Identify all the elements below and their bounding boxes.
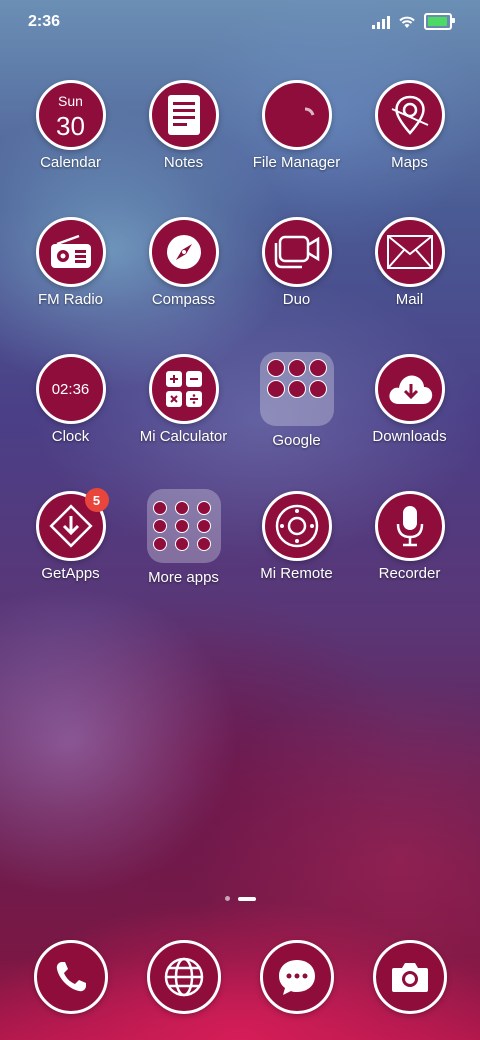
compass-icon (148, 217, 219, 287)
phone-icon (33, 940, 108, 1014)
status-bar: 2:36 (0, 0, 480, 44)
app-getapps[interactable]: 5 GetApps (14, 488, 127, 582)
globe-icon (146, 940, 221, 1014)
camera-icon (372, 940, 447, 1014)
microphone-icon (374, 491, 445, 561)
notification-badge: 5 (84, 488, 109, 512)
app-label: Google (272, 432, 321, 449)
app-file-manager[interactable]: File Manager (240, 80, 353, 171)
cloud-download-icon (374, 354, 445, 424)
dock-phone[interactable] (14, 940, 127, 1014)
calendar-icon: Sun 30 (35, 80, 106, 150)
clock-time: 02:36 (51, 380, 90, 398)
folder-icon (261, 80, 332, 150)
page-dot-current[interactable] (237, 896, 256, 901)
page-dot[interactable] (224, 896, 230, 901)
app-label: Recorder (378, 565, 441, 582)
app-label: Notes (163, 154, 204, 171)
app-compass[interactable]: Compass (127, 217, 240, 308)
folder-google[interactable]: Google (240, 352, 353, 449)
calendar-day: Sun (58, 93, 83, 109)
app-clock[interactable]: 02:36 Clock (14, 354, 127, 445)
app-label: FM Radio (37, 291, 104, 308)
more-apps-folder-icon (146, 489, 221, 563)
clock-icon: 02:36 (35, 354, 106, 424)
folder-more-apps[interactable]: More apps (127, 489, 240, 586)
dock-camera[interactable] (353, 940, 466, 1014)
app-label: File Manager (252, 154, 341, 171)
map-pin-icon (374, 80, 445, 150)
getapps-icon: 5 (35, 488, 109, 561)
message-icon (259, 940, 334, 1014)
mail-icon (374, 217, 445, 287)
status-time: 2:36 (28, 13, 61, 30)
app-label: Mail (395, 291, 424, 308)
app-mi-calculator[interactable]: Mi Calculator (127, 354, 240, 445)
app-duo[interactable]: Duo (240, 217, 353, 308)
dock-messages[interactable] (240, 940, 353, 1014)
app-label: Compass (151, 291, 216, 308)
video-camera-icon (261, 217, 332, 287)
app-label: Maps (391, 154, 428, 171)
app-label: More apps (148, 569, 219, 586)
app-label: GetApps (41, 565, 100, 582)
app-calendar[interactable]: Sun 30 Calendar (14, 80, 127, 171)
app-mi-remote[interactable]: Mi Remote (240, 491, 353, 582)
app-downloads[interactable]: Downloads (353, 354, 466, 445)
app-notes[interactable]: Notes (127, 80, 240, 171)
dock-browser[interactable] (127, 940, 240, 1014)
page-indicator[interactable] (0, 896, 480, 901)
calendar-date: 30 (56, 111, 85, 141)
wifi-icon (399, 16, 415, 28)
app-maps[interactable]: Maps (353, 80, 466, 171)
app-fm-radio[interactable]: FM Radio (14, 217, 127, 308)
app-label: Mi Calculator (139, 428, 228, 445)
app-label: Downloads (372, 428, 447, 445)
google-folder-icon (259, 352, 334, 426)
signal-icon (372, 15, 390, 29)
app-label: Mi Remote (260, 565, 333, 582)
remote-icon (261, 491, 332, 561)
app-label: Duo (282, 291, 311, 308)
radio-icon (35, 217, 106, 287)
app-mail[interactable]: Mail (353, 217, 466, 308)
calculator-icon (148, 354, 219, 424)
app-recorder[interactable]: Recorder (353, 491, 466, 582)
app-label: Clock (51, 428, 90, 445)
battery-icon (424, 13, 455, 30)
app-label: Calendar (40, 154, 101, 171)
notes-icon (148, 80, 219, 150)
